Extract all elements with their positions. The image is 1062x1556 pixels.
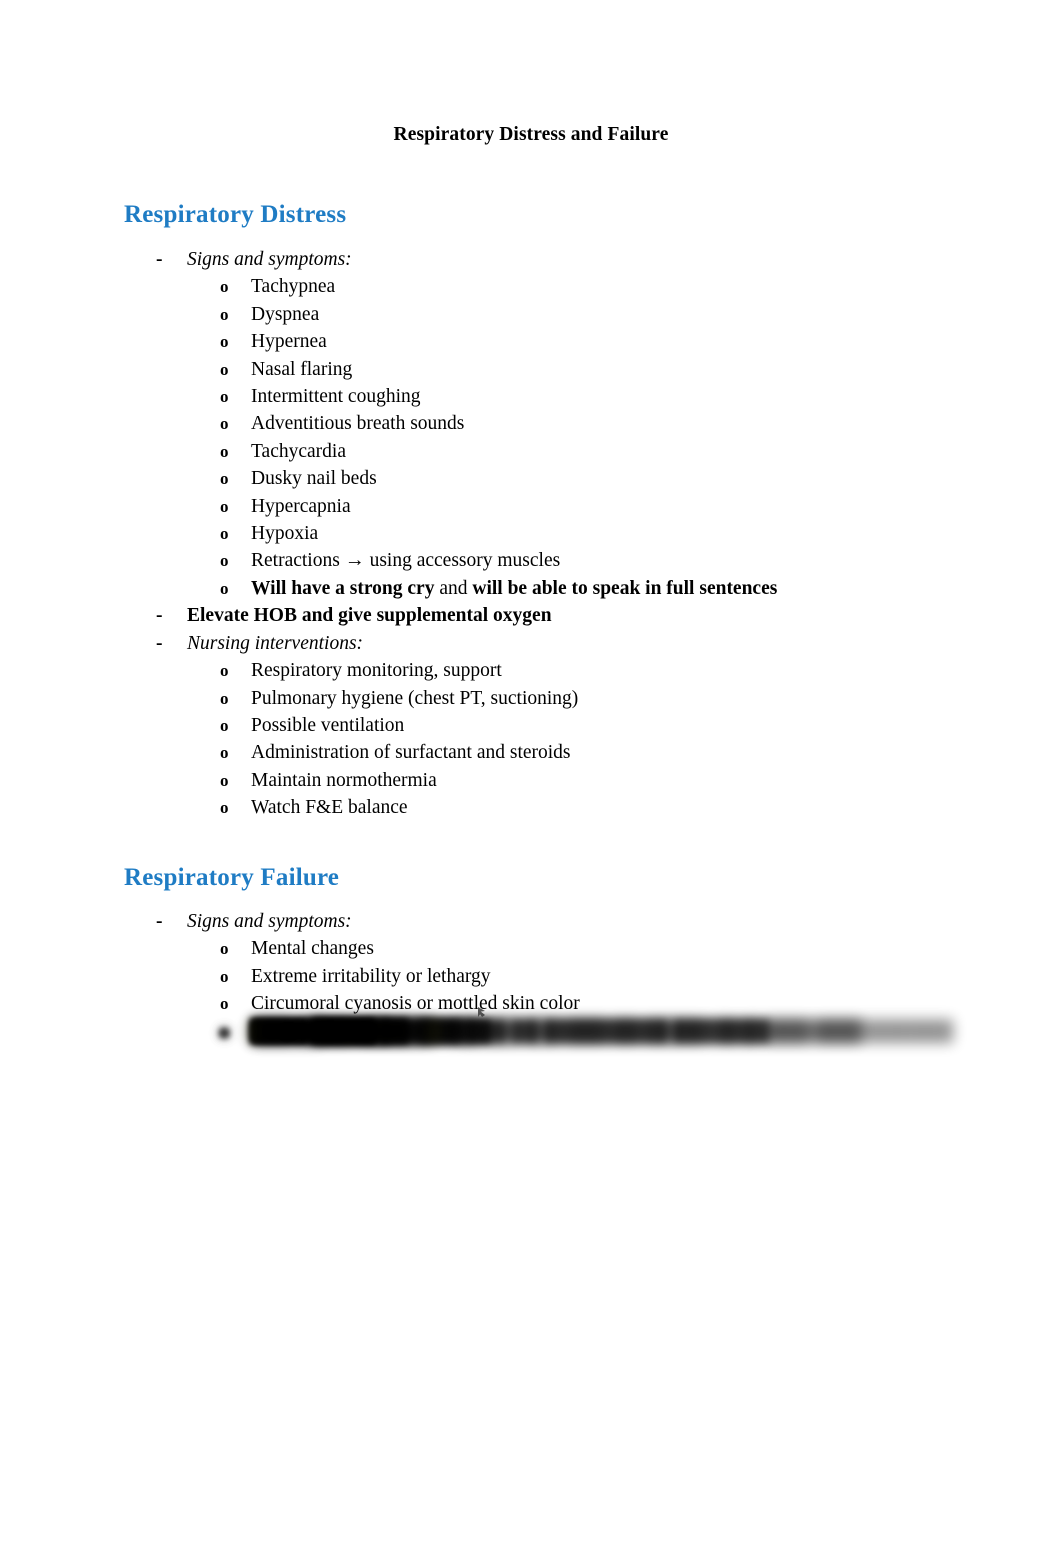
- list-item-label: Circumoral cyanosis or mottled skin colo…: [251, 993, 580, 1015]
- strong-cry-part3: will be able to speak in full sentences: [472, 577, 778, 599]
- list-item: o Hypoxia: [0, 520, 1062, 547]
- list-item: o Administration of surfactant and stero…: [0, 739, 1062, 766]
- circle-marker: o: [220, 414, 229, 434]
- circle-marker: o: [220, 277, 229, 297]
- section-body-respiratory-distress: - Signs and symptoms: o Tachypnea o Dysp…: [0, 246, 1062, 822]
- list-item: o Circumoral cyanosis or mottled skin co…: [0, 990, 1062, 1017]
- circle-marker: o: [220, 966, 229, 986]
- list-item-label: Maintain normothermia: [251, 769, 437, 791]
- circle-marker: o: [220, 304, 229, 324]
- circle-marker: o: [220, 1022, 229, 1041]
- dash-marker: -: [156, 605, 163, 627]
- retractions-tail: using accessory muscles: [369, 550, 561, 572]
- circle-marker: o: [220, 715, 229, 735]
- list-item-elevate-hob: - Elevate HOB and give supplemental oxyg…: [0, 602, 1062, 629]
- section-body-respiratory-failure: - Signs and symptoms: o Mental changes o…: [0, 908, 1062, 1018]
- circle-marker: o: [220, 661, 229, 681]
- list-item-strong-cry: o Will have a strong cry and will be abl…: [0, 575, 1062, 602]
- circle-marker: o: [220, 524, 229, 544]
- list-item-label: Tachypnea: [251, 276, 336, 298]
- list-item-retractions: o Retractions → using accessory muscles: [0, 547, 1062, 574]
- list-item: o Mental changes: [0, 935, 1062, 962]
- list-item-label: Possible ventilation: [251, 714, 405, 736]
- list-item: o Maintain normothermia: [0, 767, 1062, 794]
- dash-marker: -: [156, 249, 163, 270]
- list-item-label: Signs and symptoms:: [187, 249, 352, 270]
- circle-marker: o: [220, 387, 229, 407]
- circle-marker: o: [220, 770, 229, 790]
- dash-marker: -: [156, 632, 163, 654]
- list-item: o Pulmonary hygiene (chest PT, suctionin…: [0, 685, 1062, 712]
- list-item: o Possible ventilation: [0, 712, 1062, 739]
- list-item: - Signs and symptoms:: [0, 246, 1062, 273]
- list-item: o Dusky nail beds: [0, 465, 1062, 492]
- section-heading-respiratory-distress: Respiratory Distress: [124, 201, 347, 228]
- list-item: o Hypernea: [0, 328, 1062, 355]
- list-item-nursing-interventions: - Nursing interventions:: [0, 630, 1062, 657]
- document-page: Respiratory Distress and Failure Respira…: [0, 0, 1062, 1556]
- list-item-label: Administration of surfactant and steroid…: [251, 742, 571, 764]
- section-heading-respiratory-failure: Respiratory Failure: [124, 864, 340, 891]
- circle-marker: o: [220, 743, 229, 763]
- list-item: - Signs and symptoms:: [0, 908, 1062, 935]
- circle-marker: o: [220, 332, 229, 352]
- circle-marker: o: [220, 688, 229, 708]
- list-item-label: Hypernea: [251, 331, 327, 353]
- strong-cry-conjunction: and: [439, 577, 468, 599]
- list-item: o Hypercapnia: [0, 493, 1062, 520]
- list-item: o Adventitious breath sounds: [0, 410, 1062, 437]
- list-item-label: Adventitious breath sounds: [251, 413, 465, 435]
- strong-cry-part1: Will have a strong cry: [251, 577, 435, 599]
- list-item: o Tachypnea: [0, 273, 1062, 300]
- page-title: Respiratory Distress and Failure: [393, 124, 669, 145]
- circle-marker: o: [220, 469, 229, 489]
- list-item-label: Intermittent coughing: [251, 386, 421, 408]
- obscured-list-item: o █████: [0, 1018, 1062, 1045]
- list-item: o Respiratory monitoring, support: [0, 657, 1062, 684]
- list-item-label: Hypoxia: [251, 523, 319, 545]
- list-item-label: Signs and symptoms:: [187, 911, 352, 932]
- circle-marker: o: [220, 939, 229, 959]
- circle-marker: o: [220, 359, 229, 379]
- list-item-label: Nursing interventions:: [187, 632, 364, 654]
- circle-marker: o: [220, 551, 229, 571]
- right-arrow-icon: →: [344, 549, 365, 572]
- circle-marker: o: [220, 441, 229, 461]
- list-item-label: Nasal flaring: [251, 358, 353, 380]
- list-item-label: Watch F&E balance: [251, 797, 408, 819]
- dash-marker: -: [156, 911, 163, 932]
- list-item: o Intermittent coughing: [0, 383, 1062, 410]
- list-item-label: Dusky nail beds: [251, 468, 377, 490]
- list-item-label: Elevate HOB and give supplemental oxygen: [187, 605, 552, 627]
- obscured-text: █████: [251, 1021, 321, 1042]
- list-item-label: Pulmonary hygiene (chest PT, suctioning): [251, 687, 579, 709]
- list-item: o Watch F&E balance: [0, 794, 1062, 821]
- circle-marker: o: [220, 578, 229, 598]
- retractions-label: Retractions: [251, 550, 340, 572]
- list-item-label: Dyspnea: [251, 303, 320, 325]
- list-item: o Extreme irritability or lethargy: [0, 963, 1062, 990]
- circle-marker: o: [220, 798, 229, 818]
- list-item-label: Respiratory monitoring, support: [251, 660, 502, 682]
- list-item: o Dyspnea: [0, 301, 1062, 328]
- list-item: o Nasal flaring: [0, 356, 1062, 383]
- circle-marker: o: [220, 496, 229, 516]
- list-item-label: Tachycardia: [251, 440, 346, 462]
- list-item-label: Mental changes: [251, 938, 374, 960]
- circle-marker: o: [220, 994, 229, 1014]
- list-item-label: Extreme irritability or lethargy: [251, 965, 491, 987]
- list-item: o Tachycardia: [0, 438, 1062, 465]
- list-item-label: Hypercapnia: [251, 495, 351, 517]
